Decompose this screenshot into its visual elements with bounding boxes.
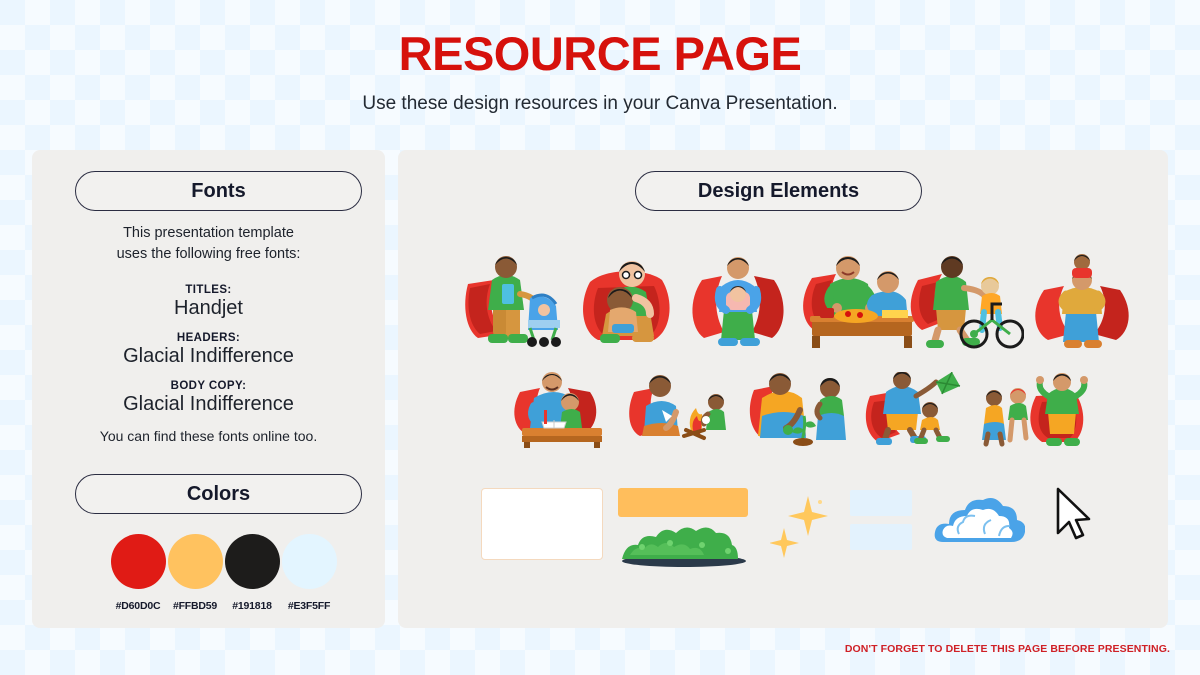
color-hex-3: #191818 bbox=[232, 600, 272, 612]
illustration-dad-flying-kite-with-child[interactable] bbox=[864, 372, 966, 448]
sparkles-element[interactable] bbox=[769, 486, 830, 568]
illustration-superhero-dad-teaching-bicycle[interactable] bbox=[906, 254, 1024, 350]
font-kicker-headers: HEADERS: bbox=[176, 332, 241, 344]
design-elements-section-pill[interactable]: Design Elements bbox=[635, 171, 922, 211]
font-sample-body-copy: Glacial Indifference bbox=[123, 393, 294, 415]
orange-bar-element[interactable] bbox=[618, 488, 748, 517]
fonts-intro-line-1: This presentation template bbox=[123, 225, 294, 241]
color-dot-black bbox=[224, 534, 280, 589]
cursor-arrow-element[interactable] bbox=[1053, 486, 1093, 544]
color-dot-light-blue bbox=[281, 534, 337, 589]
cloud-element[interactable] bbox=[933, 494, 1026, 550]
illustration-superhero-dad-holding-baby[interactable] bbox=[688, 254, 788, 350]
color-swatch-2[interactable]: #FFBD59 bbox=[166, 534, 224, 612]
color-hex-4: #E3F5FF bbox=[287, 600, 331, 612]
light-blue-rectangle-top[interactable] bbox=[850, 490, 912, 516]
color-swatch-3[interactable]: #191818 bbox=[223, 534, 281, 612]
font-row-titles: TITLES: Handjet bbox=[32, 284, 385, 320]
colors-section-pill[interactable]: Colors bbox=[75, 474, 362, 514]
illustration-superhero-dad-child-on-shoulders[interactable] bbox=[1030, 254, 1134, 350]
color-hex-1: #D60D0C bbox=[115, 600, 161, 612]
fonts-intro-line-2: uses the following free fonts: bbox=[116, 245, 301, 262]
illustration-dad-reading-with-child-at-desk[interactable] bbox=[508, 372, 614, 448]
design-elements-panel: Design Elements bbox=[398, 150, 1168, 628]
design-elements-pill-label: Design Elements bbox=[697, 179, 860, 202]
color-swatch-4[interactable]: #E3F5FF bbox=[280, 534, 338, 612]
font-sample-headers: Glacial Indifference bbox=[123, 345, 294, 367]
color-dot-yellow bbox=[167, 534, 223, 589]
page-subtitle: Use these design resources in your Canva… bbox=[362, 93, 838, 114]
font-sample-titles: Handjet bbox=[174, 297, 243, 319]
fonts-and-colors-panel: Fonts This presentation template uses th… bbox=[32, 150, 385, 628]
illustration-dad-and-child-at-campfire[interactable] bbox=[626, 372, 730, 448]
page-title: RESOURCE PAGE bbox=[398, 27, 802, 80]
color-swatch-1[interactable]: #D60D0C bbox=[109, 534, 167, 612]
illustration-superhero-dad-hugging-child[interactable] bbox=[576, 254, 686, 350]
green-bush-element[interactable] bbox=[618, 525, 750, 567]
font-kicker-titles: TITLES: bbox=[185, 284, 232, 296]
illustration-superhero-dad-eating-with-son[interactable] bbox=[796, 254, 924, 350]
slide-canvas: RESOURCE PAGE Use these design resources… bbox=[0, 0, 1200, 675]
illustration-superhero-dad-with-stroller[interactable] bbox=[460, 254, 570, 350]
fonts-intro-text: This presentation template uses the foll… bbox=[32, 223, 385, 264]
delete-page-warning: DON'T FORGET TO DELETE THIS PAGE BEFORE … bbox=[844, 643, 1170, 655]
font-row-body-copy: BODY COPY: Glacial Indifference bbox=[32, 380, 385, 416]
white-card-element[interactable] bbox=[481, 488, 603, 560]
fonts-outro-text: You can find these fonts online too. bbox=[99, 428, 318, 444]
fonts-pill-label: Fonts bbox=[191, 179, 246, 202]
color-dot-red bbox=[110, 534, 166, 589]
fonts-section-pill[interactable]: Fonts bbox=[75, 171, 362, 211]
color-hex-2: #FFBD59 bbox=[172, 600, 218, 612]
light-blue-rectangle-bottom[interactable] bbox=[850, 524, 912, 550]
font-row-headers: HEADERS: Glacial Indifference bbox=[32, 332, 385, 368]
illustration-parents-planting-with-daughter[interactable] bbox=[746, 372, 854, 448]
font-kicker-body-copy: BODY COPY: bbox=[170, 380, 247, 392]
illustration-dad-cheering-with-family[interactable] bbox=[978, 372, 1088, 448]
colors-pill-label: Colors bbox=[186, 482, 251, 505]
